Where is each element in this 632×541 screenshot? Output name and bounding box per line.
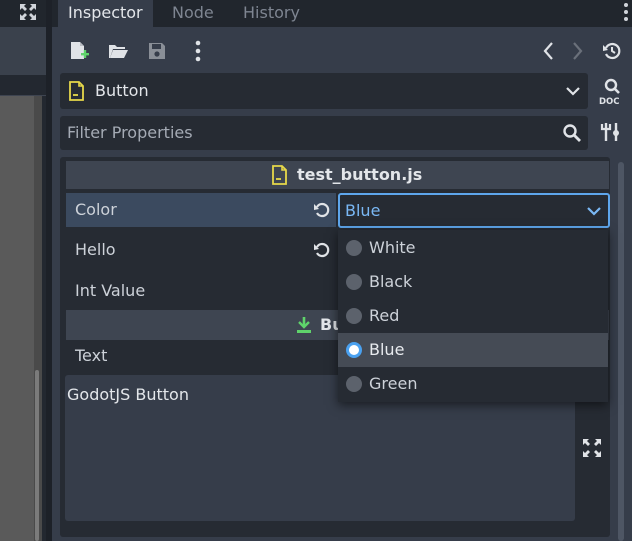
option-label: Red (369, 306, 400, 325)
open-folder-icon[interactable] (107, 40, 129, 62)
node-selector-label: Button (95, 81, 149, 100)
property-label: Hello (75, 240, 116, 259)
property-row-color[interactable]: Color (66, 193, 336, 227)
open-docs-icon[interactable]: DOC (598, 78, 624, 106)
history-forward-icon[interactable] (566, 40, 588, 62)
radio-selected-icon (346, 342, 362, 358)
dropdown-option-white[interactable]: White (338, 231, 608, 265)
radio-icon (346, 376, 362, 392)
color-option-button[interactable]: Blue (338, 193, 610, 228)
viewport-toolbar (0, 27, 46, 75)
svg-text:DOC: DOC (599, 97, 620, 106)
color-dropdown-popup: White Black Red Blue Green (338, 230, 608, 402)
option-label: Green (369, 374, 418, 393)
node-selector[interactable]: Button (60, 73, 588, 109)
save-icon[interactable] (146, 40, 168, 62)
tab-menu-icon[interactable] (616, 0, 632, 27)
radio-icon (346, 308, 362, 324)
script-file-icon (69, 81, 84, 101)
color-option-value: Blue (345, 201, 381, 220)
option-label: Black (369, 272, 413, 291)
expand-editor-icon[interactable] (581, 437, 603, 459)
new-resource-icon[interactable] (68, 40, 90, 62)
script-section-header[interactable]: test_button.js (66, 161, 609, 189)
option-label: Blue (369, 340, 405, 359)
revert-icon[interactable] (313, 241, 331, 259)
more-options-icon[interactable] (187, 40, 209, 62)
radio-icon (346, 240, 362, 256)
history-back-icon[interactable] (538, 40, 560, 62)
tab-node[interactable]: Node (172, 0, 214, 27)
search-icon (563, 124, 581, 142)
property-row-int-value[interactable]: Int Value (66, 274, 336, 308)
property-label: Color (75, 200, 117, 219)
scrollbar-thumb[interactable] (618, 162, 624, 541)
object-history-icon[interactable] (601, 40, 623, 62)
dropdown-option-blue[interactable]: Blue (338, 333, 608, 367)
inspector-scrollbar[interactable] (616, 160, 626, 541)
dropdown-option-red[interactable]: Red (338, 299, 608, 333)
tab-inspector[interactable]: Inspector (58, 0, 153, 27)
chevron-down-icon (587, 207, 601, 216)
fullscreen-icon[interactable] (18, 2, 38, 22)
option-label: White (369, 238, 416, 257)
property-row-hello[interactable]: Hello (66, 233, 336, 267)
editor-window: Inspector Node History Button DOC Filter… (0, 0, 632, 541)
filter-placeholder: Filter Properties (67, 123, 193, 142)
script-section-title: test_button.js (297, 165, 423, 184)
text-property-label: Text (75, 346, 108, 365)
viewport-scroll-thumb[interactable] (35, 370, 39, 541)
download-icon (297, 317, 311, 333)
text-property-value: GodotJS Button (67, 385, 189, 404)
script-file-icon (272, 165, 287, 185)
filter-properties-input[interactable]: Filter Properties (60, 116, 588, 150)
radio-icon (346, 274, 362, 290)
viewport-top-bar (0, 0, 46, 27)
revert-icon[interactable] (313, 201, 331, 219)
dock-tabbar: Inspector Node History (52, 0, 632, 27)
inspector-tools-icon[interactable] (600, 121, 622, 143)
property-label: Int Value (75, 281, 146, 300)
tab-history[interactable]: History (243, 0, 300, 27)
chevron-down-icon (566, 87, 580, 96)
dropdown-option-green[interactable]: Green (338, 367, 608, 401)
dropdown-option-black[interactable]: Black (338, 265, 608, 299)
